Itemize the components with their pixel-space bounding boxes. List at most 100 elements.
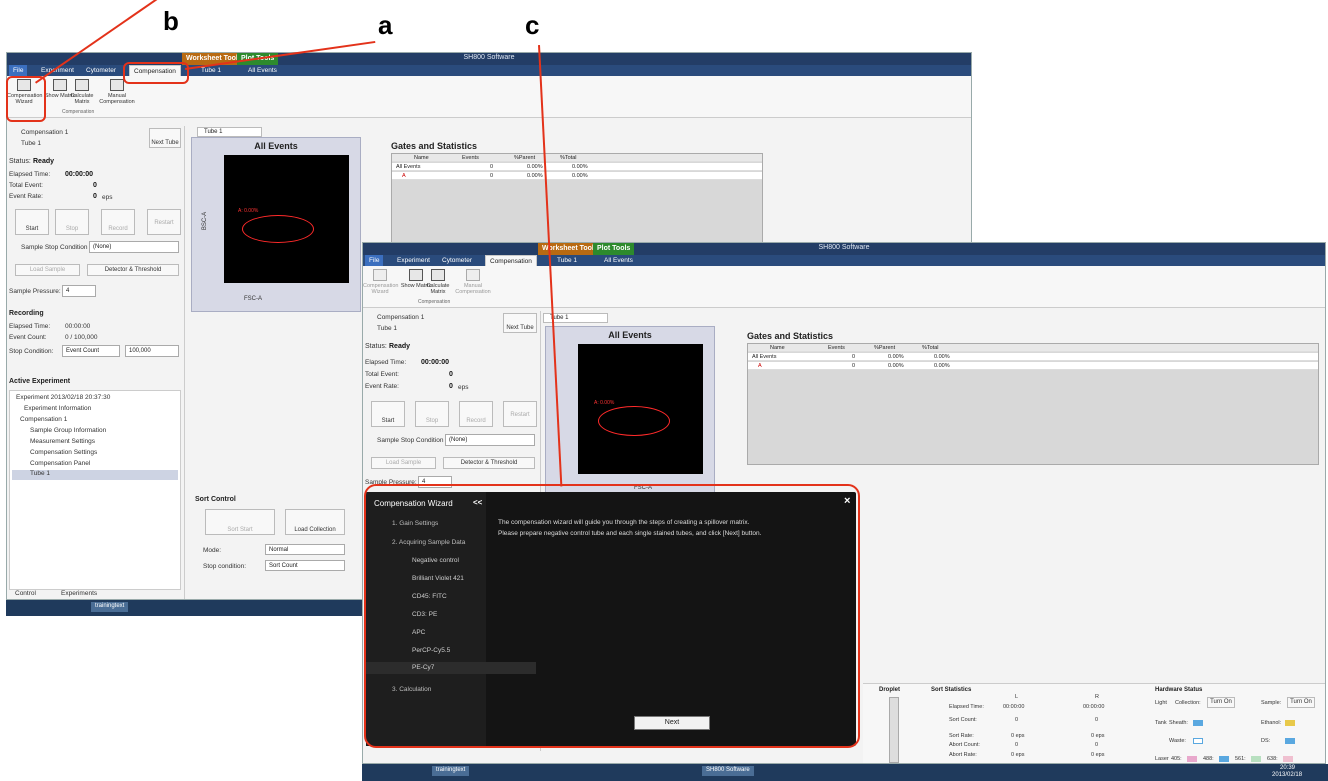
load-sample-button[interactable]: Load Sample: [371, 457, 436, 469]
stop-button[interactable]: Stop: [415, 401, 449, 427]
tab-cytometer[interactable]: Cytometer: [82, 65, 120, 76]
bottom-tab-experiments[interactable]: Experiments: [61, 590, 97, 597]
restart-button[interactable]: Restart: [147, 209, 181, 235]
start-button[interactable]: Start: [15, 209, 49, 235]
sheath-level-icon: [1193, 720, 1203, 726]
next-tube-button[interactable]: Next Tube: [149, 128, 181, 148]
table-row[interactable]: A 0 0.00% 0.00%: [392, 172, 762, 180]
callout-a: a: [378, 10, 393, 40]
table-row[interactable]: All Events 0 0.00% 0.00%: [748, 353, 1318, 361]
highlight-box-wizard-dialog: [364, 484, 860, 748]
manual-compensation-button[interactable]: Manual Compensation: [451, 269, 495, 295]
elapsed-value: 00:00:00: [421, 359, 450, 366]
sort-count-label: Sort Count:: [949, 717, 977, 723]
compensation-wizard-button[interactable]: Compensation Wizard: [363, 269, 398, 295]
calculate-icon: [75, 79, 89, 91]
taskbar-trainingtext[interactable]: trainingtext: [432, 766, 470, 776]
tree-item-compensation[interactable]: Compensation 1: [20, 416, 67, 423]
row-total: 0.00%: [934, 363, 950, 369]
mode-select[interactable]: Normal: [265, 544, 345, 555]
ribbon: Compensation Wizard Show Matrix Calculat…: [363, 266, 1325, 308]
tab-compensation[interactable]: Compensation: [485, 255, 537, 266]
record-button[interactable]: Record: [459, 401, 493, 427]
clock-date: 2013/02/18: [1272, 772, 1303, 778]
sample-stop-select[interactable]: (None): [89, 241, 179, 253]
elapsed-stat-label: Elapsed Time:: [949, 704, 984, 710]
plot-area[interactable]: A: 0.00%: [224, 155, 349, 283]
calculate-matrix-button[interactable]: Calculate Matrix: [65, 79, 99, 105]
plot-card[interactable]: All Events A: 0.00% FSC-A: [545, 326, 715, 496]
experiment-tree: Experiment 2013/02/18 20:37:30 Experimen…: [9, 390, 181, 590]
sample-stop-select[interactable]: (None): [445, 434, 535, 446]
tab-tube1[interactable]: Tube 1: [553, 255, 581, 266]
elapsed-r: 00:00:00: [1083, 704, 1105, 710]
plot-card[interactable]: All Events A: 0.00% FSC-A BSC-A: [191, 137, 361, 312]
sort-start-button[interactable]: Sort Start: [205, 509, 275, 535]
tree-item-comp-panel[interactable]: Compensation Panel: [30, 460, 90, 467]
sample-turn-on-button[interactable]: Turn On: [1287, 697, 1315, 708]
tab-all-events[interactable]: All Events: [600, 255, 637, 266]
window-title: SH800 Software: [818, 244, 870, 251]
load-sample-button[interactable]: Load Sample: [15, 264, 80, 276]
ds-level-icon: [1285, 738, 1295, 744]
clock-time: 20:39: [1280, 765, 1296, 771]
bottom-tab-control[interactable]: Control: [15, 590, 36, 597]
tube-group-label: Compensation 1: [377, 314, 425, 321]
pressure-select[interactable]: 4: [62, 285, 96, 297]
collection-turn-on-button[interactable]: Turn On: [1207, 697, 1235, 708]
rate-value: 0: [93, 193, 97, 200]
tab-file[interactable]: File: [365, 255, 384, 266]
abort-count-label: Abort Count:: [949, 742, 980, 748]
table-row[interactable]: A 0 0.00% 0.00%: [748, 362, 1318, 370]
calculate-matrix-button[interactable]: Calculate Matrix: [421, 269, 455, 295]
record-button[interactable]: Record: [101, 209, 135, 235]
stop-condition-select[interactable]: Sort Count: [265, 560, 345, 571]
stop-cond-number[interactable]: 100,000: [125, 345, 179, 357]
tank-label: Tank: [1155, 720, 1167, 726]
stop-cond-select[interactable]: Event Count: [62, 345, 120, 357]
row-parent: 0.00%: [888, 354, 904, 360]
detector-threshold-button[interactable]: Detector & Threshold: [87, 264, 179, 276]
next-tube-button[interactable]: Next Tube: [503, 313, 537, 333]
taskbar-trainingtext[interactable]: trainingtext: [91, 602, 129, 612]
front-taskbar: trainingtext SH800 Software 20:39 2013/0…: [362, 764, 1328, 781]
load-collection-button[interactable]: Load Collection: [285, 509, 345, 535]
col-events: Events: [462, 155, 479, 161]
ethanol-label: Ethanol:: [1261, 720, 1282, 726]
tree-item-comp-settings[interactable]: Compensation Settings: [30, 449, 97, 456]
stop-condition-label: Stop condition:: [203, 563, 247, 570]
total-label: Total Event:: [9, 182, 43, 189]
plot-area[interactable]: A: 0.00%: [578, 344, 703, 474]
tab-file[interactable]: File: [9, 65, 28, 76]
tab-cytometer[interactable]: Cytometer: [438, 255, 476, 266]
table-row[interactable]: All Events 0 0.00% 0.00%: [392, 163, 762, 171]
tree-item-measurement[interactable]: Measurement Settings: [30, 438, 95, 445]
gate-label: A: 0.00%: [238, 208, 259, 214]
row-events: 0: [852, 354, 856, 360]
tree-item-tube1[interactable]: Tube 1: [12, 470, 178, 480]
status-strip: Droplet Sort Statistics L R Elapsed Time…: [863, 683, 1325, 763]
rate-label: Event Rate:: [365, 383, 399, 390]
tab-all-events[interactable]: All Events: [244, 65, 281, 76]
stop-button[interactable]: Stop: [55, 209, 89, 235]
sort-stats-label: Sort Statistics: [931, 687, 972, 693]
doc-tab-tube1[interactable]: Tube 1: [197, 127, 262, 137]
rec-elapsed-value: 00:00:00: [65, 323, 91, 330]
status-label: Status:: [9, 158, 31, 165]
gates-title: Gates and Statistics: [391, 141, 478, 151]
tab-experiment[interactable]: Experiment: [393, 255, 434, 266]
gate-ellipse[interactable]: [598, 406, 670, 436]
sample-light-label: Sample:: [1261, 700, 1282, 706]
tree-item-experiment[interactable]: Experiment 2013/02/18 20:37:30: [16, 394, 110, 401]
restart-button[interactable]: Restart: [503, 401, 537, 427]
tube-label: Tube 1: [377, 325, 397, 332]
tree-item-exp-info[interactable]: Experiment Information: [24, 405, 91, 412]
abort-rate-l: 0 eps: [1011, 752, 1025, 758]
tree-item-sample-group[interactable]: Sample Group Information: [30, 427, 106, 434]
hardware-status-label: Hardware Status: [1155, 687, 1203, 693]
start-button[interactable]: Start: [371, 401, 405, 427]
gate-ellipse[interactable]: [242, 215, 314, 243]
detector-threshold-button[interactable]: Detector & Threshold: [443, 457, 535, 469]
taskbar-sh800[interactable]: SH800 Software: [702, 766, 754, 776]
row-events: 0: [852, 363, 856, 369]
